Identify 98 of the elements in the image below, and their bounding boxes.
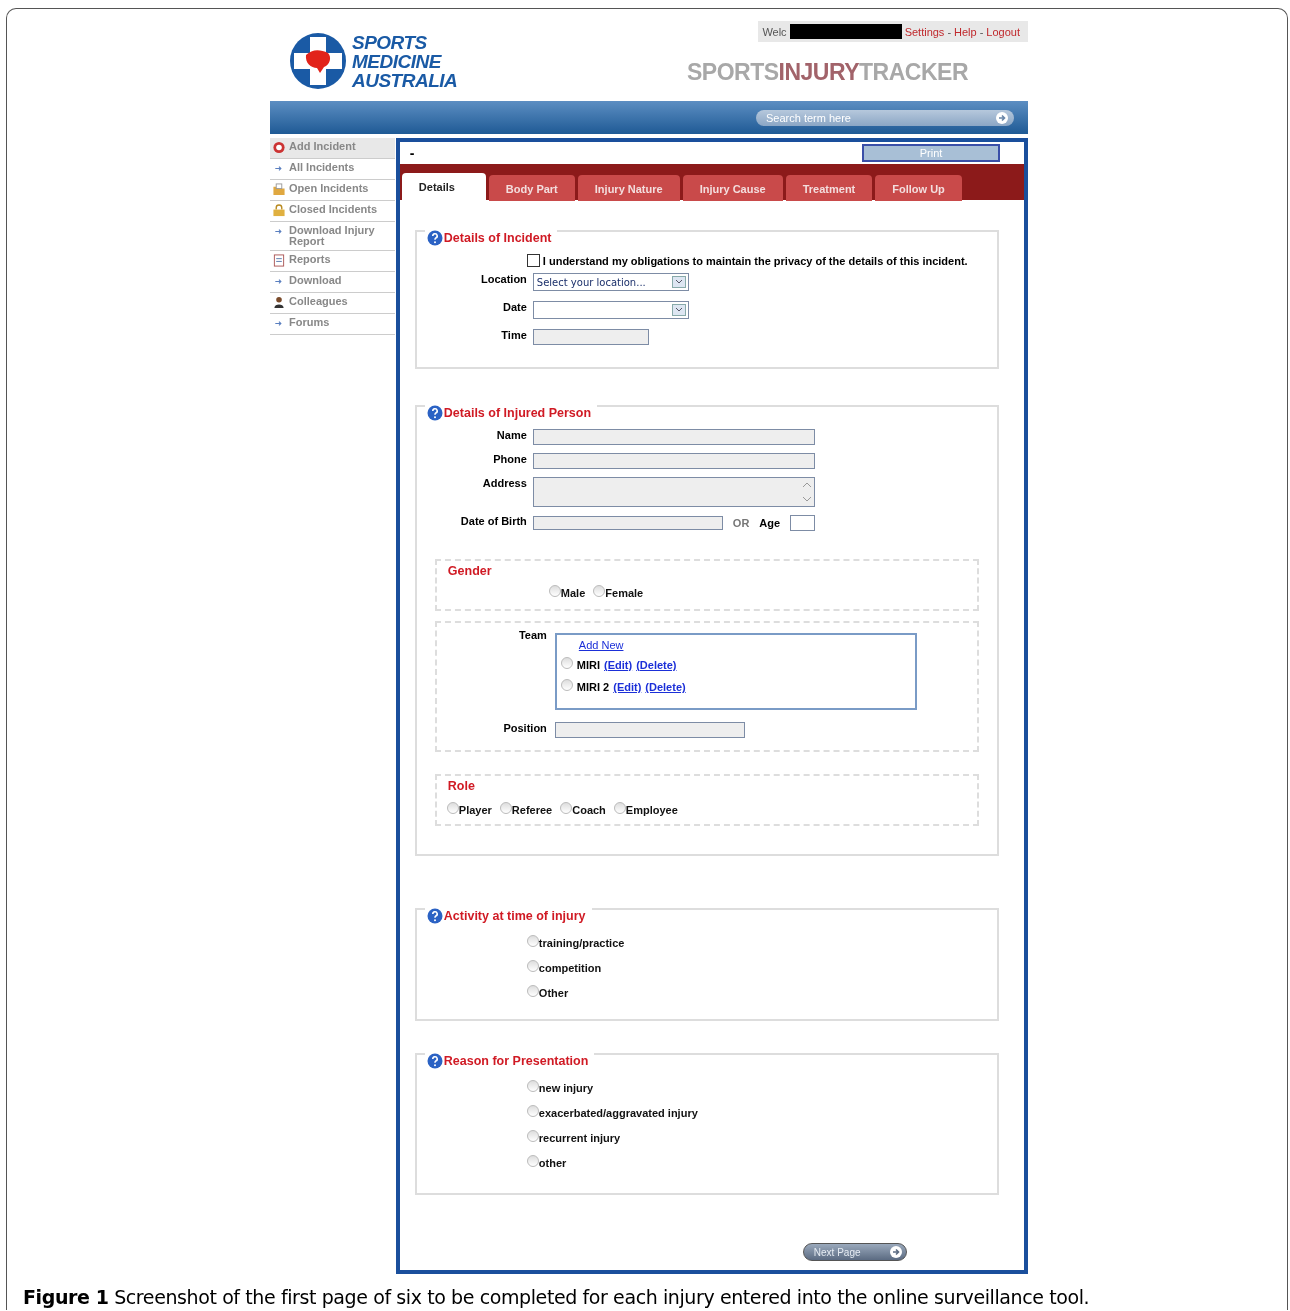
- radio-option[interactable]: other: [526, 1155, 997, 1171]
- tab[interactable]: Injury Nature: [577, 175, 680, 201]
- sidebar-item[interactable]: Reports: [270, 251, 395, 272]
- welcome-text: Welc: [762, 25, 787, 38]
- radio-option[interactable]: Coach: [560, 802, 606, 818]
- radio-option[interactable]: Male: [548, 585, 586, 601]
- tab[interactable]: Injury Cause: [682, 175, 783, 201]
- input-field[interactable]: [790, 515, 816, 531]
- person-icon: [272, 296, 286, 309]
- field-label: Phone: [492, 453, 527, 465]
- separator: -: [947, 25, 952, 38]
- input-field[interactable]: [532, 429, 815, 445]
- field-label: Location: [480, 273, 527, 285]
- radio-button[interactable]: [548, 585, 561, 597]
- arrow-circle-icon: [889, 1246, 902, 1258]
- or-text: OR: [732, 517, 750, 529]
- radio-button[interactable]: [499, 802, 512, 814]
- radio-button[interactable]: [593, 585, 606, 597]
- radio-option[interactable]: new injury: [526, 1080, 997, 1096]
- app-title: TRACKER: [859, 59, 968, 85]
- section-title: Reason for Presentation: [443, 1054, 589, 1068]
- radio-option[interactable]: Player: [446, 802, 492, 818]
- folder-icon: [272, 183, 286, 196]
- logo-text: MEDICINE: [352, 51, 443, 71]
- radio-button[interactable]: [613, 802, 626, 814]
- field-label: Team: [517, 629, 547, 643]
- radio-button[interactable]: [446, 802, 459, 814]
- logo-text: SPORTS: [352, 32, 428, 52]
- consent-checkbox[interactable]: I understand my obligations to maintain the privacy of the details of this incident.: [526, 254, 997, 267]
- edit-link[interactable]: (Edit): [613, 681, 642, 693]
- separator: -: [979, 25, 984, 38]
- team-name: MIRI 2: [576, 681, 610, 693]
- logo-text: AUSTRALIA: [352, 70, 458, 90]
- radio-option[interactable]: Referee: [499, 802, 553, 818]
- sidebar-item[interactable]: Colleagues: [270, 293, 395, 314]
- arrow-circle-icon: [996, 111, 1008, 124]
- caret-icon: [671, 276, 686, 288]
- field-label: Date of Birth: [459, 515, 527, 527]
- section-title: Activity at time of injury: [443, 909, 586, 923]
- sidebar-item[interactable]: All Incidents: [270, 159, 395, 180]
- radio-button[interactable]: [526, 1155, 539, 1167]
- dash-text: -: [409, 145, 415, 161]
- top-link[interactable]: Logout: [986, 25, 1020, 38]
- radio-option[interactable]: Other: [526, 985, 997, 1001]
- team-name: MIRI: [576, 659, 601, 671]
- sidebar-item[interactable]: Download Injury Report: [270, 222, 395, 251]
- input-field[interactable]: [554, 722, 745, 738]
- edit-link[interactable]: (Edit): [604, 659, 633, 671]
- plus-circle-icon: [272, 141, 286, 154]
- section-title: Details of Incident: [443, 231, 552, 245]
- radio-button[interactable]: [526, 1080, 539, 1092]
- radio-button[interactable]: [560, 679, 573, 691]
- field-label: Position: [502, 722, 547, 736]
- radio-button[interactable]: [526, 960, 539, 972]
- lock-icon: [272, 204, 286, 217]
- sidebar-item[interactable]: Open Incidents: [270, 180, 395, 201]
- field-label: Date: [502, 301, 527, 313]
- radio-button[interactable]: [526, 935, 539, 947]
- sidebar-item[interactable]: Download: [270, 272, 395, 293]
- figure-caption: Figure 1 Screenshot of the first page of six to be completed for each injury entered into the online surveillance tool.: [23, 1286, 1090, 1308]
- top-link[interactable]: Settings: [904, 25, 945, 38]
- app-title: INJURY: [778, 59, 860, 85]
- sidebar-item[interactable]: Closed Incidents: [270, 201, 395, 222]
- radio-option[interactable]: recurrent injury: [526, 1130, 997, 1146]
- radio-button[interactable]: [526, 1105, 539, 1117]
- caret-icon: [671, 304, 686, 316]
- checkbox[interactable]: [526, 254, 540, 267]
- radio-button[interactable]: [526, 985, 539, 997]
- text-area[interactable]: [532, 477, 815, 507]
- tab[interactable]: Follow Up: [875, 175, 962, 201]
- radio-option[interactable]: training/practice: [526, 935, 997, 951]
- radio-button[interactable]: [560, 802, 573, 814]
- input-field[interactable]: [532, 453, 815, 469]
- radio-option[interactable]: Female: [593, 585, 644, 601]
- dropdown-field[interactable]: Select your location...: [532, 273, 689, 291]
- report-icon: [272, 254, 286, 267]
- sidebar-item[interactable]: Forums: [270, 314, 395, 335]
- app-title: SPORTS: [686, 59, 779, 85]
- field-label: Age: [759, 517, 781, 529]
- tab[interactable]: Body Part: [488, 175, 575, 201]
- input-field[interactable]: [532, 329, 649, 345]
- radio-button[interactable]: [560, 657, 573, 669]
- tab[interactable]: Details: [401, 173, 486, 201]
- field-label: Time: [500, 329, 527, 341]
- tab[interactable]: Treatment: [785, 175, 873, 201]
- radio-option[interactable]: competition: [526, 960, 997, 976]
- top-link[interactable]: Help: [954, 25, 977, 38]
- section-title: Details of Injured Person: [443, 406, 592, 420]
- delete-link[interactable]: (Delete): [636, 659, 677, 671]
- delete-link[interactable]: (Delete): [645, 681, 686, 693]
- field-label: Name: [495, 429, 527, 441]
- add-new-link[interactable]: Add New: [578, 639, 915, 651]
- radio-option[interactable]: Employee: [613, 802, 678, 818]
- radio-button[interactable]: [526, 1130, 539, 1142]
- input-field[interactable]: [532, 516, 723, 530]
- dropdown-field[interactable]: [532, 301, 689, 319]
- field-label: Address: [481, 477, 527, 489]
- radio-option[interactable]: exacerbated/aggravated injury: [526, 1105, 997, 1121]
